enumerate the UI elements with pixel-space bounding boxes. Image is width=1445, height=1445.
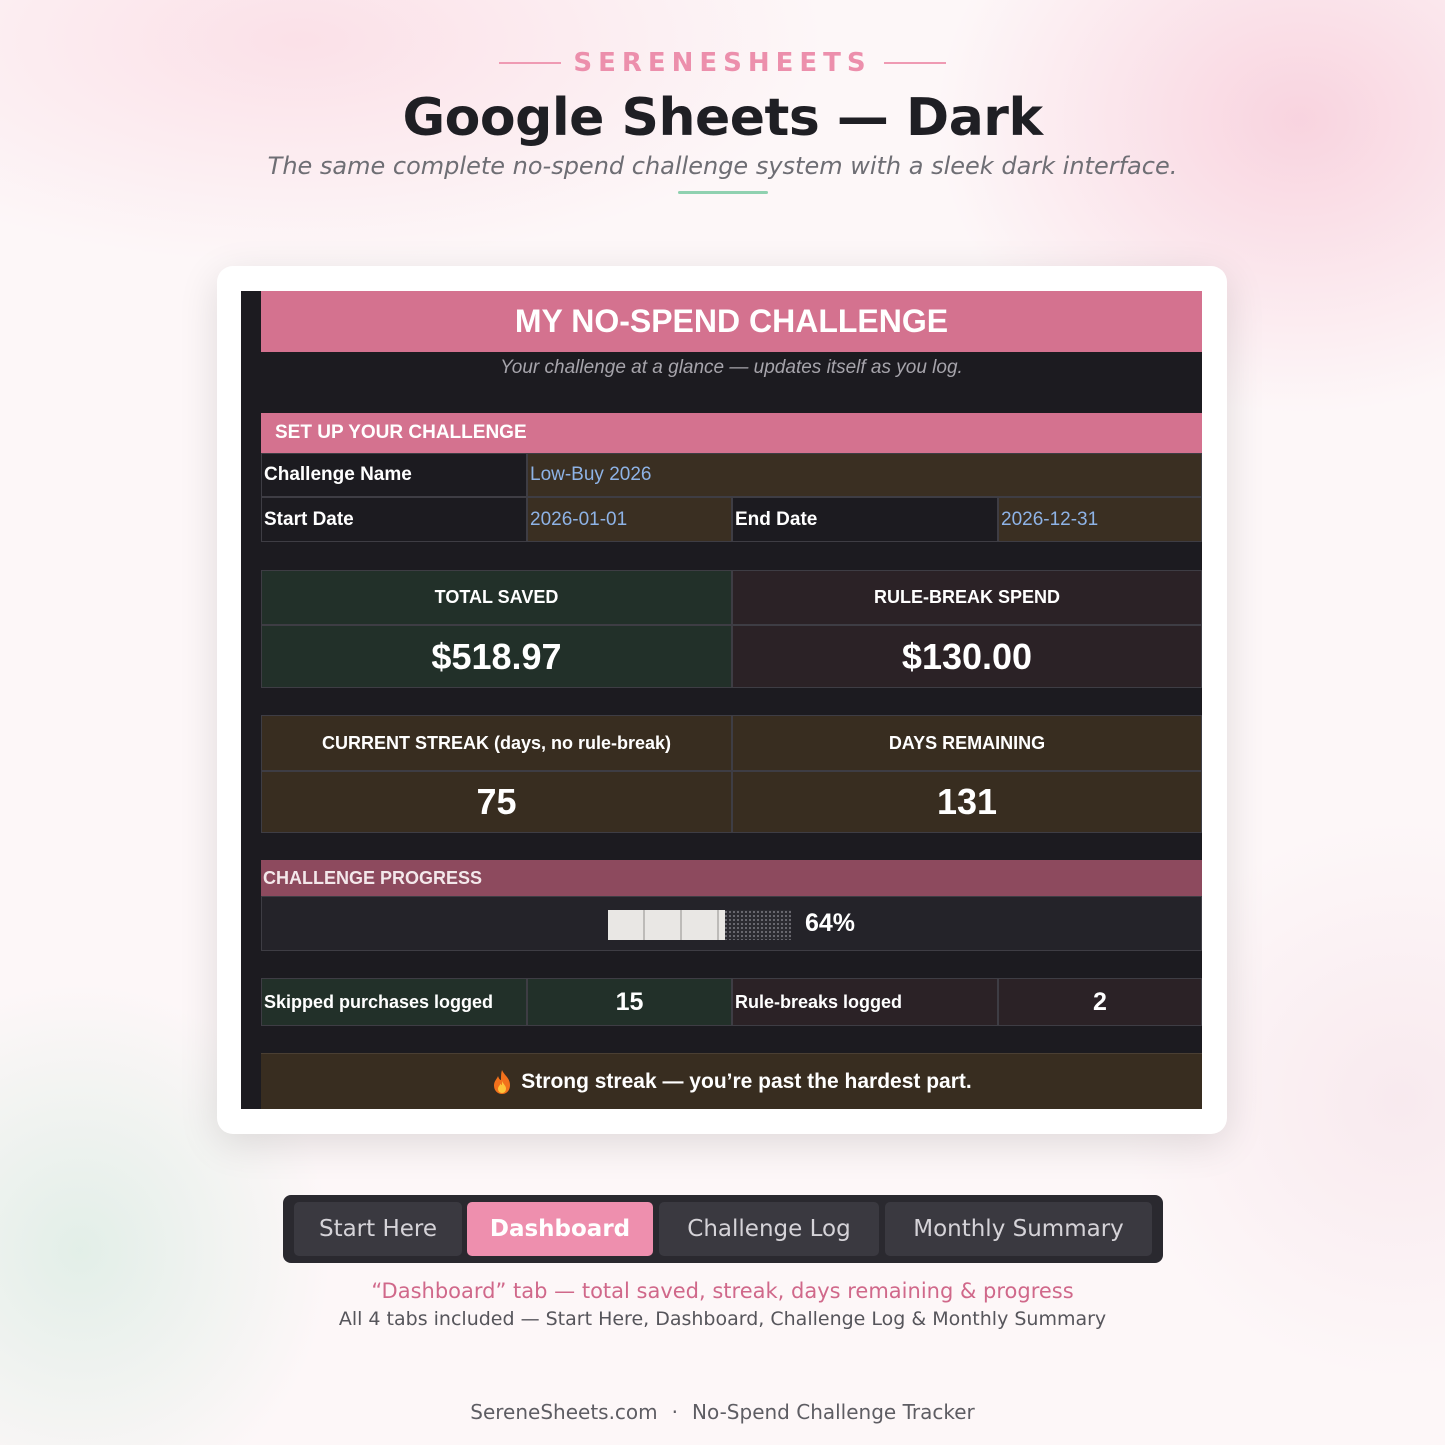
brand-name: SERENESHEETS bbox=[573, 48, 872, 78]
rule-breaks-value[interactable]: 2 bbox=[998, 978, 1202, 1026]
accent-divider bbox=[678, 191, 768, 194]
start-date-label[interactable]: Start Date bbox=[261, 497, 527, 542]
sheet-tabs: Start Here Dashboard Challenge Log Month… bbox=[283, 1195, 1163, 1263]
skipped-purchases-value[interactable]: 15 bbox=[527, 978, 732, 1026]
tab-monthly-summary[interactable]: Monthly Summary bbox=[885, 1202, 1152, 1256]
footer-product: No-Spend Challenge Tracker bbox=[692, 1400, 975, 1424]
brand-line-right bbox=[883, 62, 946, 64]
progress-row[interactable]: 64% bbox=[261, 896, 1202, 951]
days-remaining-label[interactable]: DAYS REMAINING bbox=[732, 715, 1202, 771]
footer-site: SereneSheets.com bbox=[470, 1400, 658, 1424]
setup-header[interactable]: SET UP YOUR CHALLENGE bbox=[261, 413, 1202, 453]
progress-header[interactable]: CHALLENGE PROGRESS bbox=[261, 860, 1202, 896]
page-subtitle: The same complete no-spend challenge sys… bbox=[267, 152, 1178, 180]
start-date-input[interactable]: 2026-01-01 bbox=[527, 497, 732, 542]
sheet-title[interactable]: MY NO-SPEND CHALLENGE bbox=[261, 291, 1202, 352]
challenge-name-label[interactable]: Challenge Name bbox=[261, 453, 527, 497]
footer-separator: · bbox=[671, 1400, 679, 1424]
streak-message-text: Strong streak — you’re past the hardest … bbox=[521, 1069, 972, 1093]
total-saved-value[interactable]: $518.97 bbox=[261, 625, 732, 688]
streak-message[interactable]: Strong streak — you’re past the hardest … bbox=[261, 1053, 1202, 1109]
rule-break-spend-value[interactable]: $130.00 bbox=[732, 625, 1202, 688]
progress-percent: 64% bbox=[805, 909, 856, 937]
end-date-input[interactable]: 2026-12-31 bbox=[998, 497, 1202, 542]
spreadsheet: MY NO-SPEND CHALLENGE Your challenge at … bbox=[241, 291, 1202, 1109]
progress-bar-fill bbox=[608, 910, 725, 940]
rule-break-spend-label[interactable]: RULE-BREAK SPEND bbox=[732, 570, 1202, 625]
brand-row: SERENESHEETS bbox=[0, 48, 1445, 78]
days-remaining-value[interactable]: 131 bbox=[732, 771, 1202, 833]
progress-bar bbox=[608, 910, 791, 940]
flame-icon bbox=[494, 1069, 511, 1094]
total-saved-label[interactable]: TOTAL SAVED bbox=[261, 570, 732, 625]
end-date-label[interactable]: End Date bbox=[732, 497, 998, 542]
caption-primary: “Dashboard” tab — total saved, streak, d… bbox=[371, 1279, 1074, 1303]
tab-challenge-log[interactable]: Challenge Log bbox=[659, 1202, 879, 1256]
tab-start-here[interactable]: Start Here bbox=[294, 1202, 462, 1256]
rule-breaks-label[interactable]: Rule-breaks logged bbox=[732, 978, 998, 1026]
current-streak-label[interactable]: CURRENT STREAK (days, no rule-break) bbox=[261, 715, 732, 771]
skipped-purchases-label[interactable]: Skipped purchases logged bbox=[261, 978, 527, 1026]
current-streak-value[interactable]: 75 bbox=[261, 771, 732, 833]
brand-line-left bbox=[499, 62, 562, 64]
sheet-grid: MY NO-SPEND CHALLENGE Your challenge at … bbox=[261, 291, 1202, 1109]
footer: SereneSheets.com · No-Spend Challenge Tr… bbox=[0, 1400, 1445, 1424]
tab-dashboard[interactable]: Dashboard bbox=[467, 1202, 653, 1256]
challenge-name-input[interactable]: Low-Buy 2026 bbox=[527, 453, 1202, 497]
page-title: Google Sheets — Dark bbox=[402, 88, 1043, 148]
caption-secondary: All 4 tabs included — Start Here, Dashbo… bbox=[338, 1308, 1107, 1330]
sheet-tagline: Your challenge at a glance — updates its… bbox=[500, 357, 963, 378]
